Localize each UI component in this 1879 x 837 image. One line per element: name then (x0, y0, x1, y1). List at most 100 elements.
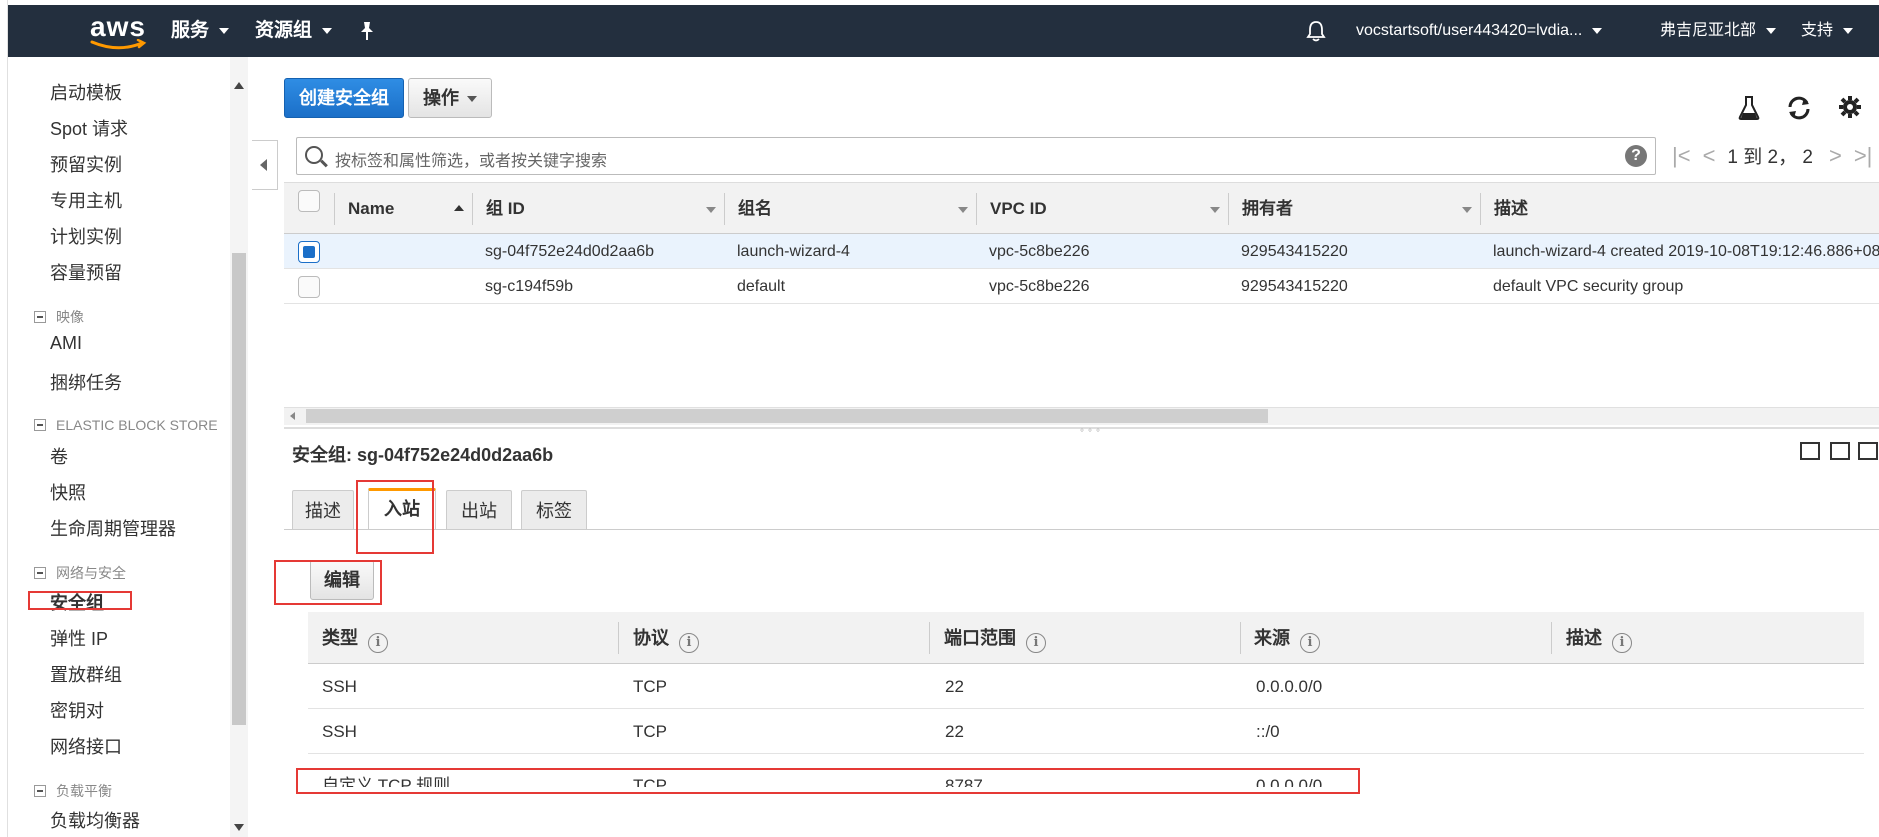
sidebar-item-capacity-reservations[interactable]: 容量预留 (50, 259, 122, 285)
cell-group-name: launch-wizard-4 (737, 243, 850, 260)
rule-port: 22 (945, 677, 964, 696)
column-divider (334, 193, 335, 225)
region-menu[interactable]: 弗吉尼亚北部 (1660, 5, 1777, 57)
info-icon[interactable]: i (679, 633, 699, 653)
sidebar-item-snapshots[interactable]: 快照 (50, 479, 86, 505)
sidebar-scrollbar-thumb[interactable] (232, 253, 246, 725)
search-placeholder: 按标签和属性筛选，或者按关键字搜索 (335, 153, 608, 170)
cell-vpc-id[interactable]: vpc-5c8be226 (989, 269, 1090, 304)
column-divider (724, 193, 725, 225)
top-navigation-bar: aws 服务 资源组 vocstartsoft/user443420=lvdia… (8, 5, 1879, 57)
collapse-sidebar-button[interactable] (252, 140, 278, 190)
drag-handle-icon[interactable]: °°° (1080, 428, 1104, 439)
sidebar-section-network-security[interactable]: 网络与安全 (34, 563, 126, 583)
sidebar-item-load-balancers[interactable]: 负载均衡器 (50, 807, 140, 833)
sidebar-item-scheduled-instances[interactable]: 计划实例 (50, 223, 122, 249)
section-label: 网络与安全 (56, 565, 126, 581)
chevron-down-icon[interactable] (1462, 207, 1472, 213)
services-menu[interactable]: 服务 (171, 5, 230, 57)
sidebar-item-volumes[interactable]: 卷 (50, 443, 68, 469)
layout-bottom-icon[interactable] (1800, 442, 1820, 460)
info-icon[interactable]: i (1300, 633, 1320, 653)
window-left-edge (0, 0, 8, 837)
collapse-icon (34, 785, 46, 797)
tab-tags[interactable]: 标签 (521, 490, 587, 530)
row-checkbox[interactable] (298, 241, 320, 263)
rules-header-protocol-label: 协议 (633, 628, 669, 648)
sidebar-item-spot-requests[interactable]: Spot 请求 (50, 115, 128, 141)
scroll-left-icon[interactable] (290, 412, 295, 420)
pin-button[interactable] (358, 5, 376, 57)
cell-vpc-id[interactable]: vpc-5c8be226 (989, 234, 1090, 269)
account-menu[interactable]: vocstartsoft/user443420=lvdia... (1356, 5, 1603, 57)
detail-title: 安全组: sg-04f752e24d0d2aa6b (292, 441, 553, 467)
sidebar-item-bundle-tasks[interactable]: 捆绑任务 (50, 369, 122, 395)
table-row[interactable]: sg-04f752e24d0d2aa6b launch-wizard-4 vpc… (284, 234, 1879, 269)
column-divider (472, 193, 473, 225)
detail-title-label: 安全组: (292, 445, 352, 465)
info-icon[interactable]: i (1612, 633, 1632, 653)
last-page-icon[interactable]: >| (1854, 143, 1873, 168)
sidebar-item-ami[interactable]: AMI (50, 333, 82, 354)
sidebar-section-images[interactable]: 映像 (34, 307, 84, 327)
sidebar-item-launch-templates[interactable]: 启动模板 (50, 79, 122, 105)
layout-split-icon[interactable] (1830, 442, 1850, 460)
section-label: ELASTIC BLOCK STORE (56, 417, 218, 433)
account-label: vocstartsoft/user443420=lvdia... (1356, 22, 1583, 39)
next-page-icon[interactable]: > (1829, 143, 1842, 168)
gear-icon[interactable] (1837, 95, 1863, 121)
column-divider (618, 622, 619, 654)
filter-search-input[interactable]: 按标签和属性筛选，或者按关键字搜索 ? (296, 137, 1656, 175)
aws-logo[interactable]: aws (83, 13, 153, 53)
sidebar-item-lifecycle-manager[interactable]: 生命周期管理器 (50, 515, 176, 541)
tab-outbound[interactable]: 出站 (446, 490, 512, 530)
prev-page-icon[interactable]: < (1703, 143, 1716, 168)
chevron-down-icon[interactable] (958, 207, 968, 213)
chevron-down-icon[interactable] (1210, 207, 1220, 213)
sidebar-item-key-pairs[interactable]: 密钥对 (50, 697, 104, 723)
rules-header-description: 描述 i (1566, 612, 1632, 664)
notifications-button[interactable] (1306, 5, 1326, 57)
flask-icon[interactable] (1736, 95, 1762, 121)
help-icon[interactable]: ? (1625, 145, 1647, 167)
info-icon[interactable]: i (368, 633, 388, 653)
sidebar-item-reserved-instances[interactable]: 预留实例 (50, 151, 122, 177)
sidebar-item-elastic-ips[interactable]: 弹性 IP (50, 625, 108, 651)
rule-source: ::/0 (1256, 722, 1280, 741)
resource-groups-menu[interactable]: 资源组 (255, 5, 333, 57)
layout-full-icon[interactable] (1858, 442, 1878, 460)
scroll-down-icon[interactable] (234, 824, 244, 831)
refresh-icon[interactable] (1785, 95, 1811, 121)
column-header-group-id[interactable]: 组 ID (486, 183, 525, 235)
info-icon[interactable]: i (1026, 633, 1046, 653)
row-checkbox[interactable] (298, 276, 320, 298)
pin-icon (361, 21, 373, 40)
sidebar-section-load-balancing[interactable]: 负载平衡 (34, 781, 112, 801)
column-header-vpc-id[interactable]: VPC ID (990, 183, 1047, 235)
column-header-description[interactable]: 描述 (1494, 183, 1528, 235)
select-all-checkbox[interactable] (298, 190, 320, 212)
column-header-name[interactable]: Name (348, 183, 394, 235)
table-horizontal-scrollbar-thumb[interactable] (306, 409, 1268, 423)
rules-header-type-label: 类型 (322, 628, 358, 648)
scroll-up-icon[interactable] (234, 82, 244, 89)
annotation-box-custom-tcp-row (296, 768, 1360, 794)
sort-ascending-icon[interactable] (454, 205, 464, 211)
annotation-box-security-groups (28, 591, 132, 610)
sidebar-item-network-interfaces[interactable]: 网络接口 (50, 733, 122, 759)
chevron-down-icon[interactable] (706, 207, 716, 213)
first-page-icon[interactable]: |< (1672, 143, 1691, 168)
sidebar-section-ebs[interactable]: ELASTIC BLOCK STORE (34, 417, 218, 433)
rules-header-port-range: 端口范围 i (944, 612, 1046, 664)
resource-groups-label: 资源组 (255, 20, 313, 41)
cell-description: default VPC security group (1493, 278, 1684, 295)
column-header-owner[interactable]: 拥有者 (1242, 183, 1293, 235)
table-row[interactable]: sg-c194f59b default vpc-5c8be226 9295434… (284, 269, 1879, 304)
create-security-group-button[interactable]: 创建安全组 (284, 78, 404, 118)
actions-button[interactable]: 操作 (408, 78, 492, 118)
sidebar-item-placement-groups[interactable]: 置放群组 (50, 661, 122, 687)
tab-description[interactable]: 描述 (292, 490, 354, 530)
column-header-group-name[interactable]: 组名 (738, 183, 772, 235)
sidebar-item-dedicated-hosts[interactable]: 专用主机 (50, 187, 122, 213)
support-menu[interactable]: 支持 (1801, 5, 1854, 57)
